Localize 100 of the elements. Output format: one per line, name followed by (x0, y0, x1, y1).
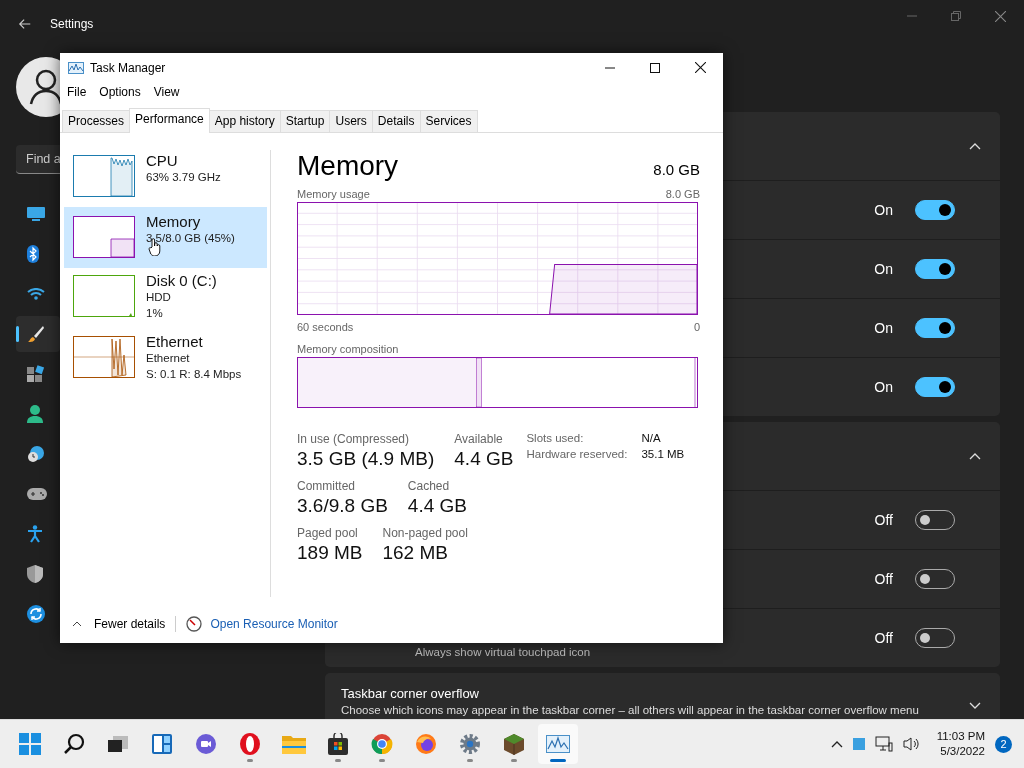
total-memory: 8.0 GB (653, 161, 700, 178)
gauge-icon (186, 616, 203, 632)
graph-icon (546, 735, 570, 753)
search-icon (63, 733, 85, 755)
stat-value: 35.1 MB (641, 448, 685, 460)
stat-value: 3.5 GB (4.9 MB) (297, 448, 435, 470)
grass-block-icon (503, 733, 525, 755)
resource-item[interactable]: Ethernet Ethernet S: 0.1 R: 8.4 Mbps (64, 331, 267, 390)
resource-detail: 1% (146, 306, 164, 321)
stat-label: In use (Compressed) (297, 432, 411, 446)
graph-icon (68, 61, 84, 74)
resource-item[interactable]: Disk 0 (C:) HDD 1% (64, 270, 267, 329)
network-icon[interactable] (874, 736, 893, 752)
stat-value: 189 MB (297, 542, 363, 564)
toggle-state-label: On (874, 320, 893, 336)
back-arrow-icon[interactable] (18, 17, 32, 31)
toggle-switch[interactable] (915, 318, 955, 338)
resource-name: CPU (146, 152, 179, 169)
speaker-icon[interactable] (902, 736, 921, 752)
stat-value: 4.4 GB (407, 495, 467, 517)
menu-item[interactable]: Options (99, 85, 141, 105)
notification-badge[interactable]: 2 (995, 735, 1012, 753)
stat-value: 3.6/9.8 GB (297, 495, 388, 517)
shopping-bag-icon (327, 733, 349, 755)
graph-label: Memory usage (297, 188, 370, 200)
menu-item[interactable]: View (153, 85, 180, 105)
time-text: 11:03 PM (936, 729, 985, 744)
time-axis-label: 60 seconds (297, 321, 354, 333)
refresh-icon (27, 605, 45, 623)
resource-detail: Ethernet (146, 351, 191, 366)
person-icon (27, 405, 43, 423)
resource-item[interactable]: Memory 3.5/8.0 GB (45%) (64, 207, 267, 268)
graph-label: Memory composition (297, 343, 399, 355)
tab[interactable]: App history (208, 110, 281, 132)
resource-name: Disk 0 (C:) (146, 272, 217, 289)
o-logo-icon (239, 733, 261, 755)
menu-item[interactable]: File (67, 85, 87, 105)
toggle-switch[interactable] (915, 200, 955, 220)
stat-label: Committed (297, 479, 356, 493)
stat-value: 162 MB (382, 542, 449, 564)
window-title: Settings (50, 17, 94, 31)
stat-label: Hardware reserved: (526, 448, 629, 460)
setting-description: Always show virtual touchpad icon (415, 646, 591, 658)
tab[interactable]: Services (419, 110, 478, 132)
tab[interactable]: Performance (129, 108, 210, 133)
toggle-state-label: Off (874, 630, 893, 646)
date-text: 5/3/2022 (940, 744, 985, 759)
chevron-up-icon[interactable] (830, 740, 843, 748)
gamepad-icon (27, 487, 47, 501)
folder-icon (282, 734, 306, 754)
stat-label: Non-paged pool (382, 526, 468, 540)
setting-title: Taskbar corner overflow (341, 686, 480, 701)
resource-monitor-link[interactable]: Open Resource Monitor (210, 617, 338, 631)
accessibility-icon (27, 525, 43, 543)
resource-detail: 63% 3.79 GHz (146, 170, 221, 185)
tab[interactable]: Users (329, 110, 373, 132)
bluetooth-icon (27, 245, 39, 263)
task-view-icon (107, 733, 129, 755)
fox-globe-icon (415, 733, 437, 755)
widgets-icon (151, 733, 173, 755)
fewer-details-button[interactable]: Fewer details (72, 617, 166, 631)
toggle-state-label: Off (874, 571, 893, 587)
resource-detail: HDD (146, 290, 172, 305)
toggle-state-label: On (874, 379, 893, 395)
stat-value: 4.4 GB (454, 448, 514, 470)
apps-icon (27, 365, 45, 383)
resource-detail: 3.5/8.0 GB (45%) (146, 231, 235, 246)
close-icon[interactable] (695, 62, 706, 73)
tab[interactable]: Startup (279, 110, 331, 132)
stat-label: Paged pool (297, 526, 359, 540)
resource-item[interactable]: CPU 63% 3.79 GHz (64, 150, 267, 205)
resource-title: Memory (297, 150, 399, 182)
wifi-icon (27, 288, 45, 300)
toggle-state-label: Off (874, 512, 893, 528)
toggle-state-label: On (874, 202, 893, 218)
toggle-switch[interactable] (915, 259, 955, 279)
resource-detail: S: 0.1 R: 8.4 Mbps (146, 367, 242, 382)
tab[interactable]: Details (371, 110, 421, 132)
nav-item[interactable] (16, 316, 60, 352)
stat-label: Cached (407, 479, 451, 493)
stat-value: N/A (641, 432, 662, 444)
clock[interactable]: 11:03 PM 5/3/2022 (936, 729, 985, 759)
windows-logo-icon (19, 733, 41, 755)
brush-icon (27, 325, 45, 343)
maximize-icon[interactable] (650, 62, 660, 73)
browser-ring-icon (371, 733, 393, 755)
toggle-state-label: On (874, 261, 893, 277)
window-title: Task Manager (90, 60, 166, 75)
monitor-icon (27, 206, 45, 222)
shield-icon (27, 565, 43, 583)
search-field[interactable]: Find a (16, 145, 60, 174)
graph-max-label: 8.0 GB (665, 188, 700, 200)
toggle-switch[interactable] (915, 377, 955, 397)
time-axis-label: 0 (693, 321, 700, 333)
stat-label: Available (454, 432, 504, 446)
chevron-down-icon[interactable] (969, 702, 981, 709)
chat-camera-icon (195, 733, 217, 755)
settings-icon (459, 733, 481, 755)
tab[interactable]: Processes (62, 110, 131, 132)
stat-label: Slots used: (526, 432, 585, 444)
